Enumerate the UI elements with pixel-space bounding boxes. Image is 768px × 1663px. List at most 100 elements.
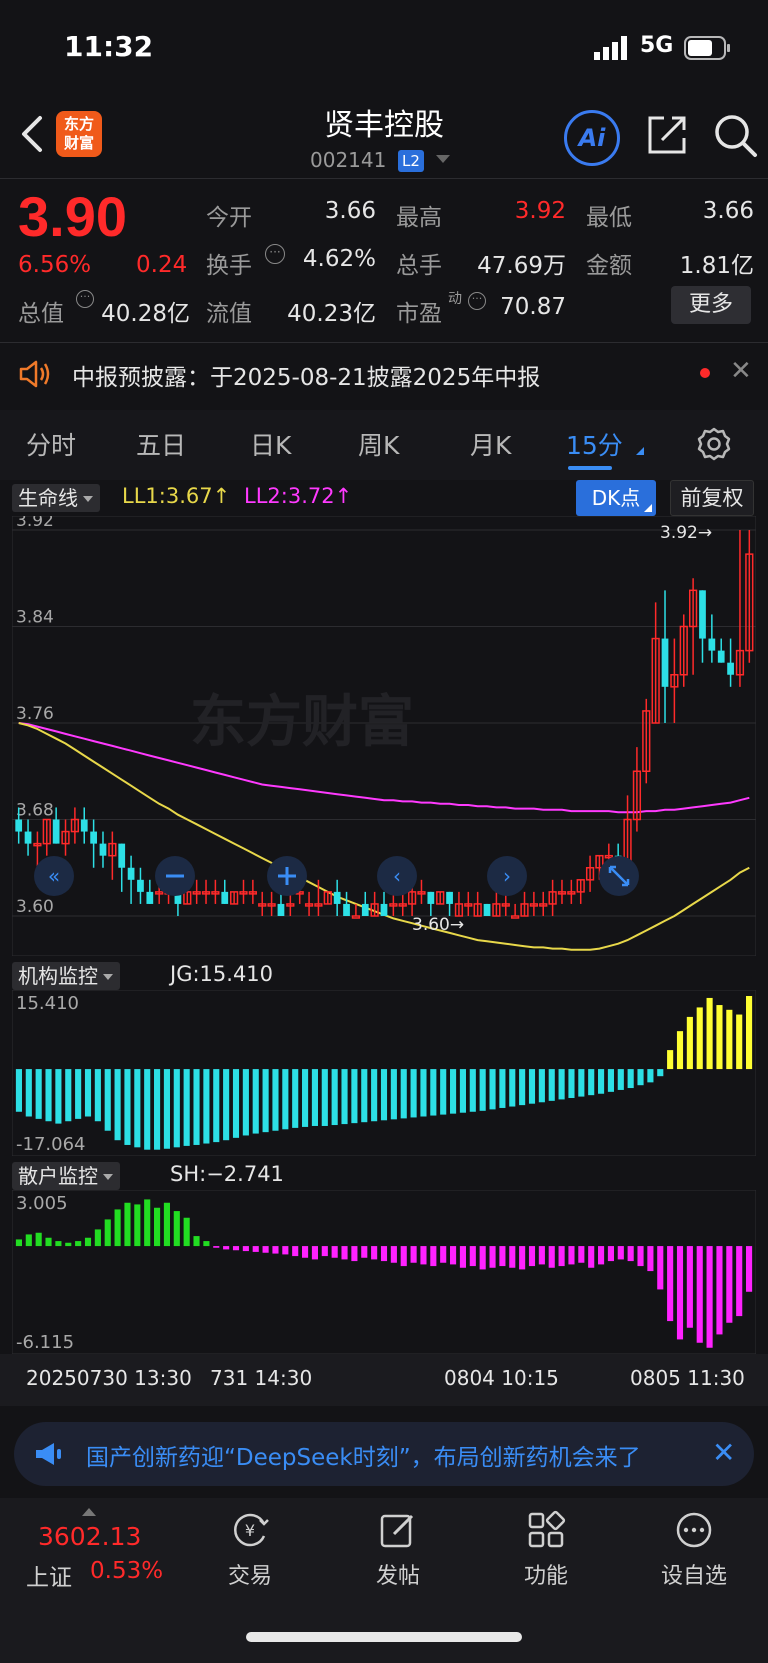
search-icon[interactable] (712, 112, 758, 158)
unread-dot (700, 368, 710, 378)
candle (651, 602, 660, 724)
nav-trade[interactable]: 交易 (200, 1558, 300, 1590)
tab-15min[interactable]: 15分 (566, 426, 623, 462)
chevron-down-icon[interactable] (436, 155, 450, 163)
notice-text[interactable]: 中报预披露：于2025-08-21披露2025年中报 (72, 358, 540, 392)
bar (55, 1069, 62, 1124)
bar (331, 1246, 338, 1258)
bar (65, 1242, 72, 1247)
scroll-next-button[interactable]: › (487, 856, 527, 896)
candle (146, 879, 154, 904)
bar (25, 1069, 32, 1117)
change-amount: 0.24 (136, 252, 188, 278)
candle (137, 867, 144, 904)
index-name[interactable]: 上证 (26, 1558, 72, 1592)
candle (24, 819, 32, 856)
sh-bar-chart[interactable]: 3.005 -6.115 (12, 1190, 756, 1354)
tab-intraday[interactable]: 分时 (26, 426, 76, 462)
tab-5day[interactable]: 五日 (136, 426, 186, 462)
zoom-out-button[interactable] (155, 856, 195, 896)
nav-watchlist[interactable]: 设自选 (644, 1558, 744, 1590)
bar (538, 1069, 545, 1103)
bar (538, 1246, 545, 1265)
bar (548, 1069, 555, 1101)
bar (667, 1050, 674, 1070)
bar (528, 1069, 536, 1104)
gear-icon[interactable] (696, 426, 732, 462)
ai-button[interactable]: Ai (564, 110, 620, 166)
bar (134, 1204, 141, 1247)
bar (84, 1069, 92, 1117)
tab-monthly[interactable]: 月K (470, 426, 511, 462)
tab-daily[interactable]: 日K (250, 426, 291, 462)
bar (607, 1246, 614, 1262)
jg-bar-chart[interactable]: 15.410 -17.064 (12, 990, 756, 1156)
bar (558, 1246, 565, 1267)
indicator-select-jg[interactable]: 机构监控 (12, 962, 120, 990)
post-icon[interactable] (378, 1510, 418, 1550)
jg-value: JG:15.410 (170, 962, 274, 986)
bar (390, 1069, 397, 1120)
bar (311, 1246, 318, 1260)
close-icon[interactable]: ✕ (712, 1436, 735, 1469)
bar (173, 1069, 180, 1148)
bar (430, 1246, 437, 1267)
adjust-button[interactable]: 前复权 (670, 480, 754, 516)
zoom-in-button[interactable] (267, 856, 307, 896)
bar (154, 1069, 161, 1150)
index-value[interactable]: 3602.13 (38, 1522, 141, 1551)
bar (736, 1014, 743, 1070)
bar (75, 1069, 82, 1119)
y-axis: 3.92 3.84 3.76 3.68 3.60 (16, 516, 54, 917)
fullscreen-button[interactable] (599, 856, 639, 896)
bar (262, 1069, 269, 1133)
apps-icon[interactable] (526, 1510, 566, 1550)
low-label: 最低 (586, 205, 632, 231)
tab-weekly[interactable]: 周K (358, 426, 399, 462)
more-button[interactable]: 更多 (671, 286, 751, 324)
home-indicator[interactable] (246, 1632, 522, 1642)
bar (647, 1069, 654, 1083)
nav-post[interactable]: 发帖 (348, 1558, 448, 1590)
more-icon[interactable]: ··· (76, 290, 94, 308)
bar (173, 1211, 180, 1247)
close-icon[interactable]: ✕ (730, 356, 752, 386)
stock-code[interactable]: 002141 (310, 148, 386, 172)
bar (716, 1246, 723, 1335)
indicator-select-main[interactable]: 生命线 (12, 484, 100, 512)
ll1-value: LL1:3.67↑ (122, 484, 231, 508)
bar (203, 1241, 210, 1247)
caret-icon[interactable] (636, 447, 644, 455)
bar (371, 1069, 378, 1122)
candle (735, 530, 745, 687)
candle (304, 891, 314, 916)
bar (232, 1069, 240, 1138)
index-percent[interactable]: 0.53% (90, 1558, 163, 1584)
bar (134, 1069, 141, 1148)
scroll-left-button[interactable]: « (34, 856, 74, 896)
bar (232, 1246, 240, 1251)
watchlist-icon[interactable] (674, 1510, 714, 1550)
bar (341, 1246, 348, 1260)
dk-button[interactable]: DK点 (576, 480, 656, 516)
bar (479, 1069, 486, 1111)
bar (65, 1069, 72, 1122)
more-icon[interactable]: ··· (265, 244, 285, 264)
last-price: 3.90 (18, 185, 127, 248)
scroll-prev-button[interactable]: ‹ (377, 856, 417, 896)
caret-up-icon[interactable] (82, 1508, 96, 1516)
indicator-select-sh[interactable]: 散户监控 (12, 1162, 120, 1190)
candle (80, 807, 88, 844)
bar (341, 1069, 348, 1125)
share-icon[interactable] (646, 114, 688, 156)
more-icon[interactable]: ··· (468, 292, 486, 310)
news-text[interactable]: 国产创新药迎“DeepSeek时刻”，布局创新药机会来了 (86, 1438, 702, 1472)
candle (239, 879, 248, 904)
bar (114, 1209, 121, 1247)
nav-functions[interactable]: 功能 (496, 1558, 596, 1590)
trade-icon[interactable]: ¥ (230, 1510, 270, 1550)
bar (272, 1246, 279, 1254)
candlestick-chart[interactable]: 东方财富 3.923.843.763.683.60 3.92→ 3.60→ « … (12, 516, 756, 956)
bar (35, 1232, 42, 1247)
bar (361, 1246, 368, 1258)
